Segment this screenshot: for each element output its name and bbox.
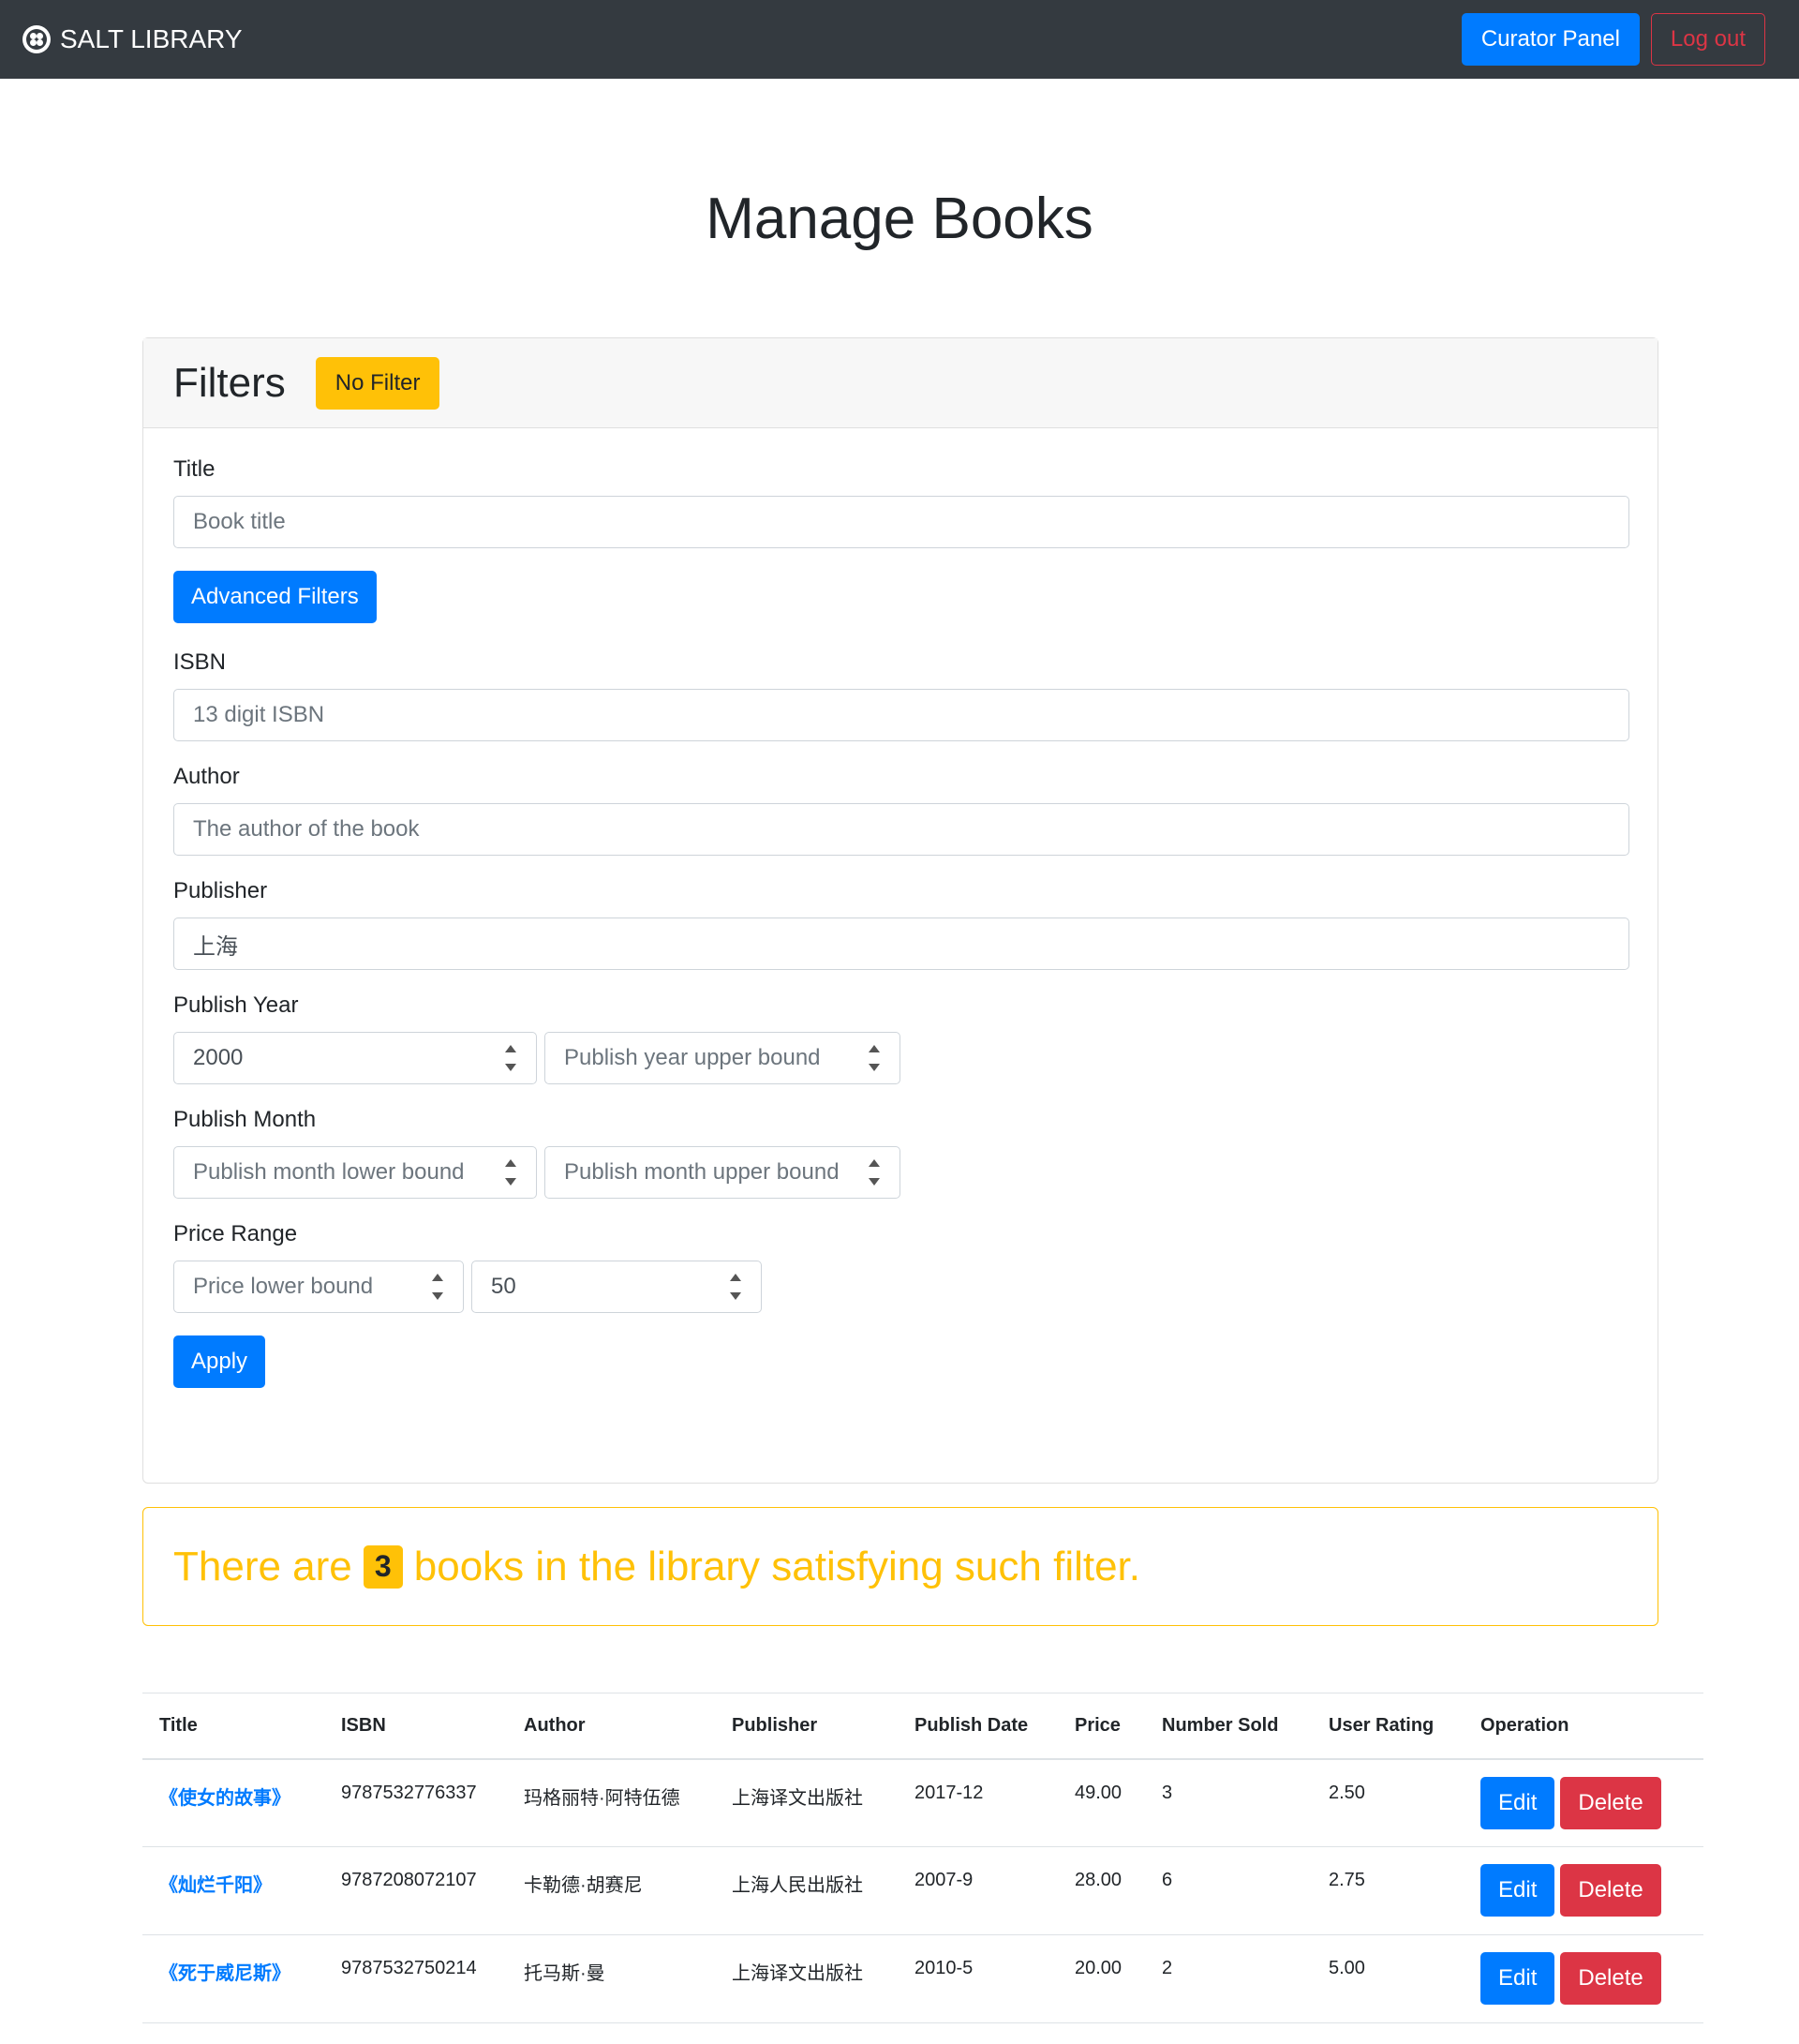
spinner-icon[interactable]	[504, 1045, 517, 1071]
publisher-cell: 上海译文出版社	[732, 1787, 863, 1809]
isbn-cell: 9787532776337	[341, 1782, 477, 1803]
table-row: 《死于威尼斯》 9787532750214 托马斯·曼 上海译文出版社 2010…	[142, 1935, 1703, 2023]
user-rating-cell: 2.50	[1329, 1782, 1365, 1803]
year-lower-input[interactable]: 2000	[173, 1032, 537, 1084]
publisher-cell: 上海人民出版社	[732, 1875, 863, 1896]
year-lower-value: 2000	[193, 1045, 244, 1070]
table-row: 《使女的故事》 9787532776337 玛格丽特·阿特伍德 上海译文出版社 …	[142, 1759, 1703, 1847]
title-input[interactable]: Book title	[173, 496, 1629, 548]
edit-button[interactable]: Edit	[1480, 1776, 1555, 1829]
price-cell: 20.00	[1075, 1958, 1123, 1978]
month-upper-placeholder: Publish month upper bound	[564, 1159, 840, 1185]
author-label: Author	[173, 764, 240, 789]
user-rating-cell: 2.75	[1329, 1870, 1365, 1890]
delete-button[interactable]: Delete	[1560, 1952, 1661, 2005]
operation-cell: Edit Delete	[1464, 1759, 1703, 1847]
page-title: Manage Books	[706, 186, 1093, 251]
table-row: 《灿烂千阳》 9787208072107 卡勒德·胡赛尼 上海人民出版社 200…	[142, 1847, 1703, 1935]
user-rating-cell: 5.00	[1329, 1958, 1365, 1978]
filters-header: Filters No Filter	[143, 338, 1658, 428]
column-header-author: Author	[524, 1714, 586, 1736]
publisher-label: Publisher	[173, 878, 268, 903]
filters-card: Filters No Filter Title Book title Advan…	[142, 337, 1658, 1484]
apply-button[interactable]: Apply	[173, 1335, 266, 1388]
column-header-publisher: Publisher	[732, 1714, 818, 1736]
price-cell: 28.00	[1075, 1870, 1123, 1890]
month-lower-placeholder: Publish month lower bound	[193, 1159, 465, 1185]
isbn-label: ISBN	[173, 649, 227, 675]
author-input[interactable]: The author of the book	[173, 803, 1629, 856]
price-upper-input[interactable]: 50	[471, 1261, 762, 1313]
spinner-icon[interactable]	[431, 1274, 444, 1300]
result-alert: There are 3 books in the library satisfy…	[142, 1507, 1658, 1626]
author-cell: 托马斯·曼	[524, 1963, 605, 1984]
isbn-cell: 9787208072107	[341, 1870, 477, 1890]
book-title-link[interactable]: 《灿烂千阳》	[142, 1847, 324, 1935]
column-header-publish-date: Publish Date	[914, 1714, 1029, 1736]
book-title-link[interactable]: 《死于威尼斯》	[142, 1935, 324, 2023]
publish-date-cell: 2017-12	[914, 1782, 984, 1803]
title-label: Title	[173, 456, 216, 482]
filters-heading: Filters	[173, 359, 286, 406]
result-prefix: There are	[173, 1543, 352, 1589]
no-filter-button[interactable]: No Filter	[315, 356, 440, 410]
number-sold-cell: 2	[1162, 1958, 1173, 1978]
publish-year-label: Publish Year	[173, 992, 299, 1018]
month-upper-input[interactable]: Publish month upper bound	[544, 1146, 900, 1199]
year-upper-input[interactable]: Publish year upper bound	[544, 1032, 900, 1084]
number-sold-cell: 3	[1162, 1782, 1173, 1803]
spinner-icon[interactable]	[868, 1045, 881, 1071]
delete-button[interactable]: Delete	[1560, 1864, 1661, 1917]
curator-panel-button[interactable]: Curator Panel	[1461, 13, 1640, 66]
column-header-user-rating: User Rating	[1329, 1714, 1435, 1736]
number-sold-cell: 6	[1162, 1870, 1173, 1890]
price-cell: 49.00	[1075, 1782, 1123, 1803]
price-range-label: Price Range	[173, 1221, 298, 1246]
advanced-filters-button[interactable]: Advanced Filters	[173, 571, 377, 623]
author-cell: 卡勒德·胡赛尼	[524, 1875, 643, 1896]
table-header-row: Title ISBN Author Publisher Publish Date…	[142, 1693, 1703, 1759]
operation-cell: Edit Delete	[1464, 1847, 1703, 1935]
publish-date-cell: 2010-5	[914, 1958, 974, 1978]
result-count-badge: 3	[363, 1544, 403, 1589]
publish-month-label: Publish Month	[173, 1107, 317, 1132]
edit-button[interactable]: Edit	[1480, 1952, 1555, 2005]
edit-button[interactable]: Edit	[1480, 1864, 1555, 1917]
price-lower-placeholder: Price lower bound	[193, 1274, 374, 1299]
year-upper-placeholder: Publish year upper bound	[564, 1045, 821, 1070]
price-upper-value: 50	[491, 1274, 516, 1299]
isbn-input[interactable]: 13 digit ISBN	[173, 689, 1629, 741]
author-cell: 玛格丽特·阿特伍德	[524, 1787, 680, 1809]
column-header-operation: Operation	[1480, 1714, 1569, 1736]
navbar: SALT LIBRARY Curator Panel Log out	[0, 0, 1799, 79]
month-lower-input[interactable]: Publish month lower bound	[173, 1146, 537, 1199]
book-title-link[interactable]: 《使女的故事》	[142, 1759, 324, 1847]
brand-link[interactable]: SALT LIBRARY	[22, 24, 243, 54]
spinner-icon[interactable]	[504, 1159, 517, 1186]
publish-date-cell: 2007-9	[914, 1870, 974, 1890]
column-header-price: Price	[1075, 1714, 1121, 1736]
column-header-isbn: ISBN	[341, 1714, 386, 1736]
operation-cell: Edit Delete	[1464, 1935, 1703, 2023]
publisher-input[interactable]: 上海	[173, 918, 1629, 970]
isbn-cell: 9787532750214	[341, 1958, 477, 1978]
result-suffix: books in the library satisfying such fil…	[413, 1543, 1141, 1589]
logout-button[interactable]: Log out	[1650, 13, 1765, 66]
column-header-title: Title	[159, 1714, 198, 1736]
price-lower-input[interactable]: Price lower bound	[173, 1261, 464, 1313]
logo-icon	[22, 25, 51, 53]
column-header-number-sold: Number Sold	[1162, 1714, 1279, 1736]
books-table: Title ISBN Author Publisher Publish Date…	[142, 1693, 1703, 2023]
publisher-cell: 上海译文出版社	[732, 1963, 863, 1984]
brand-name: SALT LIBRARY	[60, 24, 243, 53]
delete-button[interactable]: Delete	[1560, 1776, 1661, 1829]
spinner-icon[interactable]	[729, 1274, 742, 1300]
spinner-icon[interactable]	[868, 1159, 881, 1186]
